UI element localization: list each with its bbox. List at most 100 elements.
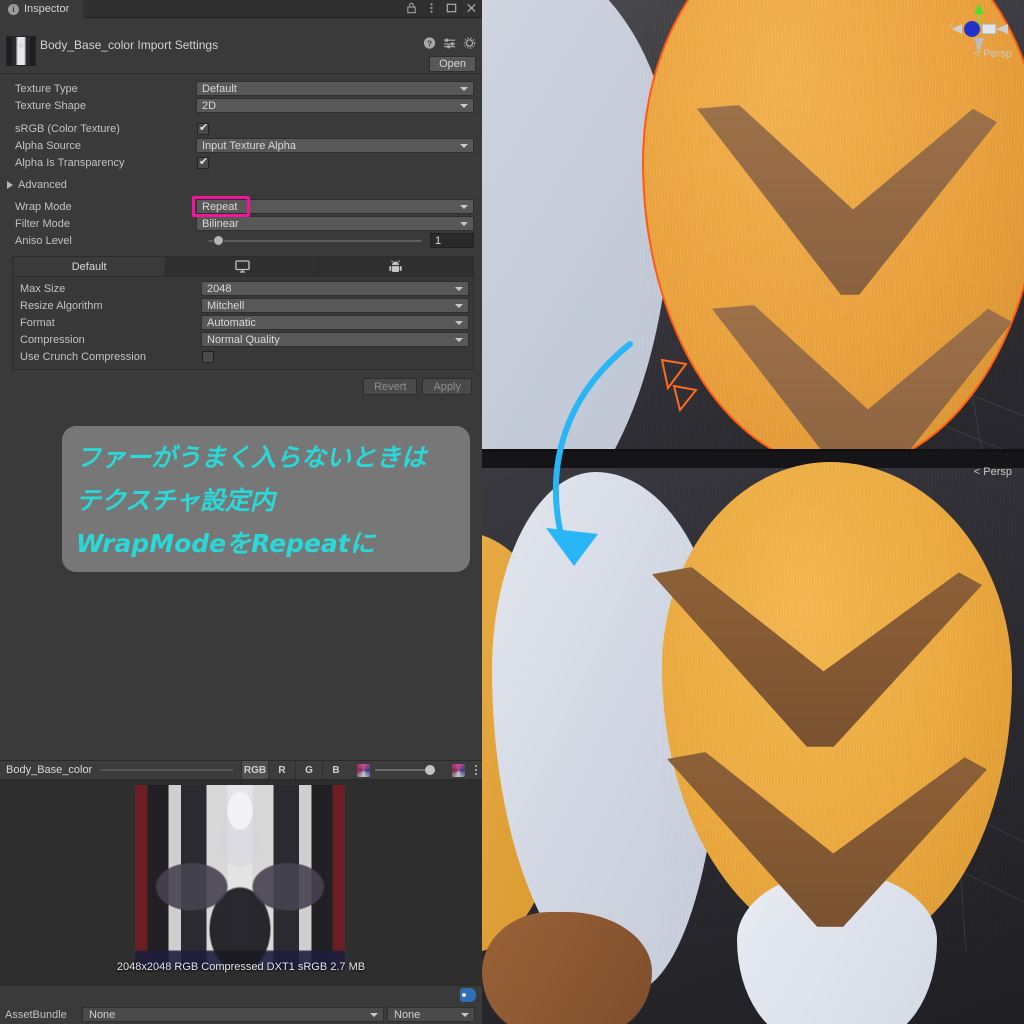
platform-rows: Max Size 2048 Resize Algorithm Mitchell xyxy=(13,277,473,369)
maximize-icon[interactable] xyxy=(445,1,458,15)
label-texture-type: Texture Type xyxy=(15,82,78,95)
caption-line-2: テクスチャ設定内 xyxy=(76,486,276,515)
character-brown-foot xyxy=(482,912,652,1024)
chevron-down-icon xyxy=(460,222,468,226)
persp-label-top: < Persp xyxy=(973,48,1012,60)
dropdown-wrap-mode[interactable]: Repeat xyxy=(196,199,474,214)
gear-icon[interactable] xyxy=(463,36,476,50)
tab-android[interactable] xyxy=(320,257,473,276)
apply-button[interactable]: Apply xyxy=(422,378,472,395)
chevron-down-icon xyxy=(460,87,468,91)
row-resize-algorithm: Resize Algorithm Mitchell xyxy=(13,297,473,314)
preview-toolbar: Body_Base_color RGB R G B xyxy=(0,760,482,780)
channel-r-button[interactable]: R xyxy=(268,761,295,779)
channel-rgb-button[interactable]: RGB xyxy=(241,761,268,779)
label-texture-shape: Texture Shape xyxy=(15,99,86,112)
viewport-dark-band xyxy=(482,452,1024,468)
tab-inspector[interactable]: i Inspector xyxy=(0,0,84,18)
kebab-menu-icon[interactable] xyxy=(425,1,438,15)
label-resize-algorithm: Resize Algorithm xyxy=(20,299,103,312)
foldout-advanced[interactable]: Advanced xyxy=(4,175,478,194)
chevron-down-icon xyxy=(455,321,463,325)
tab-standalone[interactable] xyxy=(166,257,320,276)
texture-preview-image xyxy=(135,785,345,970)
lock-icon[interactable] xyxy=(405,1,418,15)
mipmap-slider[interactable] xyxy=(355,761,447,779)
dropdown-resize-algorithm[interactable]: Mitchell xyxy=(201,298,469,313)
channel-b-button[interactable]: B xyxy=(322,761,349,779)
chevron-right-icon xyxy=(7,180,13,189)
inspector-header: Body_Base_color Import Settings ? Open xyxy=(0,18,482,74)
assetbundle-name-dropdown[interactable]: None xyxy=(82,1007,384,1022)
svg-text:z: z xyxy=(950,22,954,29)
row-alpha-is-transparency: Alpha Is Transparency xyxy=(4,154,478,171)
preset-icon[interactable] xyxy=(443,36,456,50)
dropdown-compression-value: Normal Quality xyxy=(207,333,280,346)
assetbundle-variant-value: None xyxy=(394,1008,421,1021)
mipmap-icon xyxy=(357,763,370,777)
chevron-down-icon xyxy=(461,1013,469,1017)
dropdown-format[interactable]: Automatic xyxy=(201,315,469,330)
row-filter-mode: Filter Mode Bilinear xyxy=(4,215,478,232)
checkbox-srgb[interactable] xyxy=(197,121,209,135)
tag-icon[interactable] xyxy=(460,988,476,1002)
dropdown-alpha-source[interactable]: Input Texture Alpha xyxy=(196,138,474,153)
annotation-caption-box: ファーがうまく入らないときは テクスチャ設定内 WrapModeをRepeatに xyxy=(62,426,470,572)
foldout-advanced-label: Advanced xyxy=(18,178,67,191)
assetbundle-label: AssetBundle xyxy=(5,1008,67,1021)
dropdown-alpha-source-value: Input Texture Alpha xyxy=(202,139,296,152)
checkbox-alpha-is-transparency[interactable] xyxy=(197,155,209,169)
dropdown-format-value: Automatic xyxy=(207,316,256,329)
row-format: Format Automatic xyxy=(13,314,473,331)
slider-handle[interactable] xyxy=(213,235,224,246)
channel-g-button[interactable]: G xyxy=(295,761,322,779)
mipmap-slider-handle[interactable] xyxy=(425,765,435,775)
caption-line-1: ファーがうまく入らないときは xyxy=(76,443,427,472)
chevron-down-icon xyxy=(370,1013,378,1017)
header-icon-group: ? xyxy=(423,36,476,50)
tab-inspector-label: Inspector xyxy=(24,3,70,15)
preview-drag-handle[interactable] xyxy=(100,769,233,771)
label-compression: Compression xyxy=(20,333,85,346)
tab-default-label: Default xyxy=(71,260,107,273)
label-max-size: Max Size xyxy=(20,282,66,295)
slider-aniso-level[interactable]: 1 xyxy=(196,233,474,248)
aniso-level-value[interactable]: 1 xyxy=(430,233,474,248)
chevron-down-icon xyxy=(455,338,463,342)
platform-tabs: Default xyxy=(13,257,473,277)
chevron-down-icon xyxy=(460,205,468,209)
selection-outline xyxy=(660,358,698,413)
preview-kebab-menu-icon[interactable] xyxy=(470,765,482,775)
info-icon: i xyxy=(8,3,19,15)
svg-text:?: ? xyxy=(427,38,432,48)
page-title: Body_Base_color Import Settings xyxy=(40,38,219,52)
checkbox-use-crunch-compression[interactable] xyxy=(202,350,214,363)
checker-alpha-icon[interactable] xyxy=(452,763,465,777)
scene-viewport-top[interactable]: z < Persp xyxy=(482,0,1024,452)
dropdown-texture-shape-value: 2D xyxy=(202,99,217,112)
scene-viewport-bottom[interactable]: < Persp xyxy=(482,452,1024,1024)
assetbundle-name-value: None xyxy=(89,1008,116,1021)
row-srgb: sRGB (Color Texture) xyxy=(4,120,478,137)
assetbundle-variant-dropdown[interactable]: None xyxy=(387,1007,475,1022)
row-texture-shape: Texture Shape 2D xyxy=(4,97,478,114)
dropdown-max-size-value: 2048 xyxy=(207,282,232,295)
close-icon[interactable] xyxy=(465,1,478,15)
dropdown-resize-algorithm-value: Mitchell xyxy=(207,299,245,312)
tab-default[interactable]: Default xyxy=(13,257,167,276)
dropdown-filter-mode[interactable]: Bilinear xyxy=(196,216,474,231)
inspector-tabbar: i Inspector xyxy=(0,0,482,18)
dropdown-texture-type[interactable]: Default xyxy=(196,81,474,96)
asset-thumbnail xyxy=(6,36,36,66)
row-use-crunch-compression: Use Crunch Compression xyxy=(13,348,473,365)
dropdown-wrap-mode-value: Repeat xyxy=(202,200,238,213)
revert-button[interactable]: Revert xyxy=(363,378,418,395)
dropdown-texture-shape[interactable]: 2D xyxy=(196,98,474,113)
dropdown-max-size[interactable]: 2048 xyxy=(201,281,469,296)
label-wrap-mode: Wrap Mode xyxy=(15,200,72,213)
texture-preview-area[interactable]: 2048x2048 RGB Compressed DXT1 sRGB 2.7 M… xyxy=(0,780,482,985)
open-button[interactable]: Open xyxy=(429,56,476,72)
dropdown-texture-type-value: Default xyxy=(202,82,237,95)
dropdown-compression[interactable]: Normal Quality xyxy=(201,332,469,347)
help-icon[interactable]: ? xyxy=(423,36,436,50)
